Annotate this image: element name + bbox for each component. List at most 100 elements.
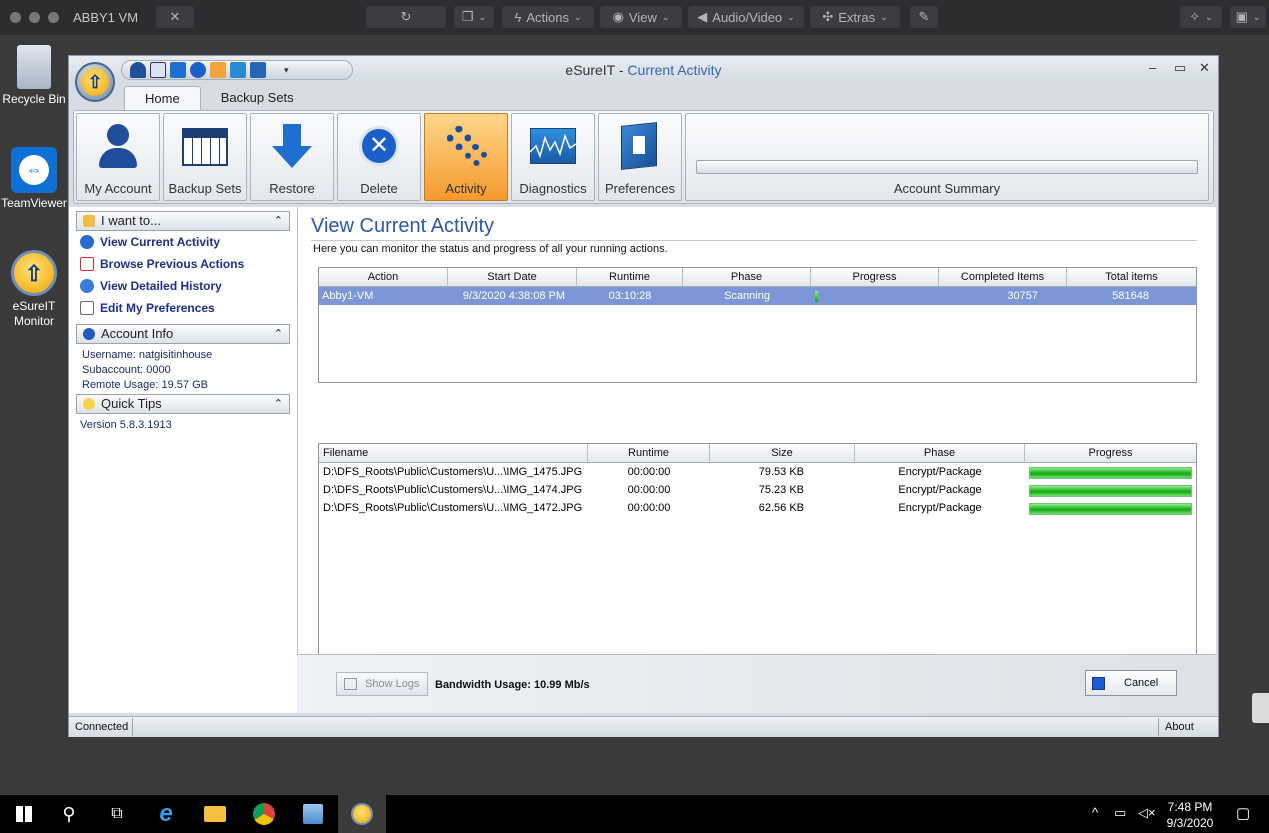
actions-menu[interactable]: ϟ Actions ⌄: [502, 6, 594, 28]
table-row[interactable]: Abby1-VM 9/3/2020 4:38:08 PM 03:10:28 Sc…: [319, 287, 1196, 305]
audio-video-menu[interactable]: ◀ Audio/Video ⌄: [688, 6, 804, 28]
show-logs-button[interactable]: Show Logs: [336, 672, 428, 696]
accessibility-icon[interactable]: ✧ ⌄: [1180, 6, 1222, 28]
restore-button[interactable]: Restore: [250, 113, 334, 201]
application-orb[interactable]: ⇧: [75, 62, 115, 102]
table-row[interactable]: D:\DFS_Roots\Public\Customers\U...\IMG_1…: [319, 463, 1196, 481]
about-button[interactable]: About: [1158, 718, 1216, 736]
column-total-items[interactable]: Total items: [1067, 268, 1196, 286]
taskbar-chrome[interactable]: [240, 795, 288, 833]
volume-icon[interactable]: ◁×: [1138, 805, 1156, 821]
column-runtime[interactable]: Runtime: [588, 444, 710, 462]
collapse-icon[interactable]: ⌃: [274, 325, 283, 343]
column-start-date[interactable]: Start Date: [448, 268, 577, 286]
collapse-icon[interactable]: ⌃: [274, 212, 283, 230]
progress-bar: [1029, 485, 1192, 497]
column-size[interactable]: Size: [710, 444, 855, 462]
column-progress[interactable]: Progress: [811, 268, 939, 286]
account-info-details: Username: natgisitinhouse Subaccount: 00…: [82, 348, 212, 393]
preferences-button[interactable]: Preferences: [598, 113, 682, 201]
notifications-icon[interactable]: ▢: [1236, 804, 1250, 822]
maximize-icon[interactable]: ▭: [1174, 60, 1186, 76]
task-view-button[interactable]: ⧉: [93, 795, 141, 833]
actions-table-header: Action Start Date Runtime Phase Progress…: [319, 268, 1196, 287]
stop-icon: [1092, 677, 1105, 690]
activity-button[interactable]: Activity: [424, 113, 508, 201]
network-icon[interactable]: ▭: [1114, 805, 1126, 821]
collapse-icon[interactable]: ⌃: [274, 395, 283, 413]
link-view-current-activity[interactable]: View Current Activity: [80, 234, 220, 250]
diagnostics-button[interactable]: Diagnostics: [511, 113, 595, 201]
tools-icon[interactable]: ✕: [156, 6, 194, 28]
title-bar: ▾ eSureIT - Current Activity – ▭ ✕: [69, 56, 1218, 84]
column-completed-items[interactable]: Completed Items: [939, 268, 1067, 286]
quick-tips-header[interactable]: Quick Tips ⌃: [76, 394, 290, 414]
link-edit-my-preferences[interactable]: Edit My Preferences: [80, 300, 215, 316]
window-traffic-lights[interactable]: [10, 12, 59, 23]
ribbon-tabs: Home Backup Sets: [124, 86, 314, 110]
column-action[interactable]: Action: [319, 268, 448, 286]
system-clock[interactable]: 7:48 PM 9/3/2020: [1162, 799, 1218, 831]
windows-icon: [16, 806, 32, 822]
search-button[interactable]: ⚲: [45, 795, 93, 833]
column-runtime[interactable]: Runtime: [577, 268, 683, 286]
esureit-window: ▾ eSureIT - Current Activity – ▭ ✕ ⇧ Hom…: [68, 55, 1219, 737]
eye-icon: ◉: [612, 9, 624, 24]
refresh-icon[interactable]: ↻: [366, 6, 446, 28]
tab-home[interactable]: Home: [124, 86, 201, 110]
progress-cell: [1025, 481, 1196, 499]
extras-menu[interactable]: ✣ Extras ⌄: [810, 6, 900, 28]
copy-icon[interactable]: ❐ ⌄: [454, 6, 494, 28]
edge-icon: e: [159, 800, 173, 827]
desktop-icon-recycle-bin[interactable]: Recycle Bin: [0, 45, 68, 107]
taskbar-edge[interactable]: e: [142, 795, 190, 833]
start-button[interactable]: [0, 795, 48, 833]
i-want-to-header[interactable]: I want to... ⌃: [76, 211, 290, 231]
close-icon[interactable]: ✕: [1199, 60, 1210, 76]
column-phase[interactable]: Phase: [683, 268, 811, 286]
subaccount-text: Subaccount: 0000: [82, 364, 171, 376]
view-menu[interactable]: ◉ View ⌄: [600, 6, 682, 28]
taskbar-file-explorer[interactable]: [191, 795, 239, 833]
desktop-icon-esureit-monitor[interactable]: ⇧ eSureIT Monitor: [0, 250, 68, 329]
down-arrow-icon: [267, 124, 317, 172]
table-row[interactable]: D:\DFS_Roots\Public\Customers\U...\IMG_1…: [319, 481, 1196, 499]
progress-cell: [811, 287, 939, 305]
vm-toolbar: ABBY1 VM ✕ ↻ ❐ ⌄ ϟ Actions ⌄ ◉ View ⌄ ◀ Audio/…: [0, 0, 1269, 35]
account-info-header[interactable]: Account Info ⌃: [76, 324, 290, 344]
speaker-icon: ◀: [697, 9, 708, 24]
taskbar-app[interactable]: [289, 795, 337, 833]
gears-icon: [441, 124, 491, 172]
minimize-icon[interactable]: –: [1149, 60, 1156, 75]
folder-icon: [83, 215, 95, 227]
column-progress[interactable]: Progress: [1025, 444, 1196, 462]
backup-sets-button[interactable]: Backup Sets: [163, 113, 247, 201]
calendar-icon: [180, 124, 230, 172]
chrome-icon: [253, 803, 275, 825]
table-row[interactable]: D:\DFS_Roots\Public\Customers\U...\IMG_1…: [319, 499, 1196, 517]
column-phase[interactable]: Phase: [855, 444, 1025, 462]
progress-cell: [1025, 499, 1196, 517]
column-filename[interactable]: Filename: [319, 444, 588, 462]
username-text: Username: natgisitinhouse: [82, 349, 213, 361]
desktop-icon-teamviewer[interactable]: ⇔ TeamViewer: [0, 147, 68, 211]
tab-backup-sets[interactable]: Backup Sets: [201, 86, 314, 110]
puzzle-icon: ✣: [822, 9, 834, 24]
progress-bar: [1029, 503, 1192, 515]
link-browse-previous-actions[interactable]: Browse Previous Actions: [80, 256, 244, 272]
cancel-button[interactable]: Cancel: [1085, 670, 1177, 696]
calendar-small-icon: [80, 257, 94, 271]
side-widget[interactable]: [1252, 693, 1269, 723]
progress-bar: [1029, 467, 1192, 479]
edit-icon[interactable]: ✎: [910, 6, 938, 28]
my-account-button[interactable]: My Account: [76, 113, 160, 201]
taskbar-esureit[interactable]: [338, 795, 386, 833]
tray-expand-icon[interactable]: ^: [1092, 805, 1098, 820]
lightbulb-icon: [83, 398, 95, 410]
gears-small-icon: [80, 235, 94, 249]
esureit-icon: [351, 803, 373, 825]
link-view-detailed-history[interactable]: View Detailed History: [80, 278, 222, 294]
display-icon[interactable]: ▣ ⌄: [1230, 6, 1266, 28]
connection-status: Connected: [71, 718, 133, 736]
delete-button[interactable]: ✕ Delete: [337, 113, 421, 201]
